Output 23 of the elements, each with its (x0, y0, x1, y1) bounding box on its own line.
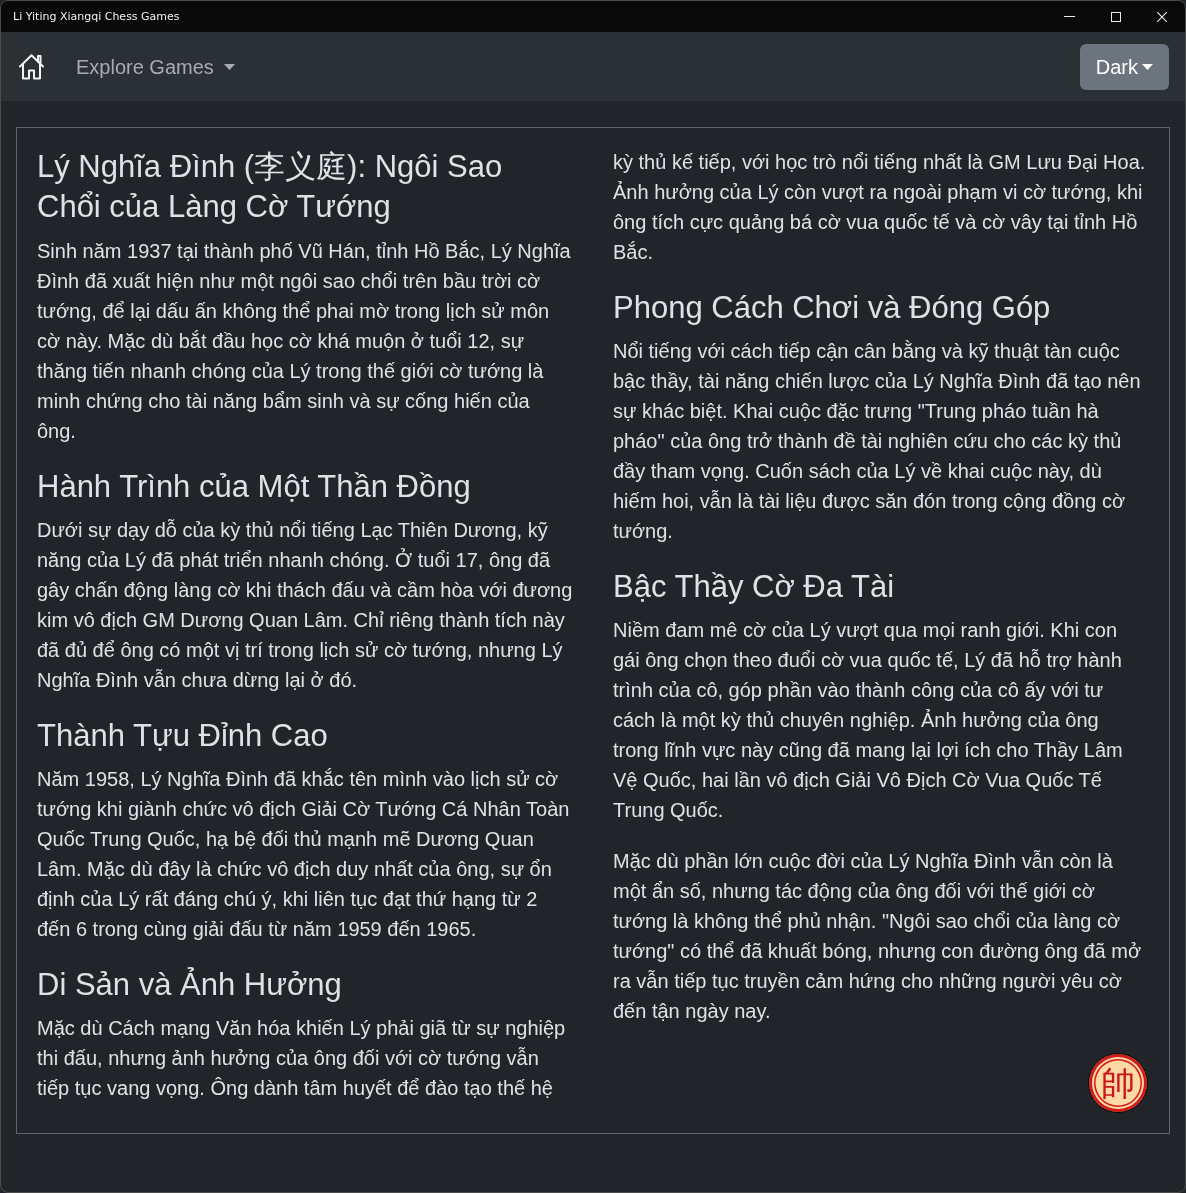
section-heading: Thành Tựu Đỉnh Cao (37, 717, 329, 755)
section-heading: Hành Trình của Một Thần Đồng (37, 468, 472, 506)
section-heading: Phong Cách Chơi và Đóng Góp (613, 289, 1052, 327)
paragraph: Sinh năm 1937 tại thành phố Vũ Hán, tỉnh Hồ Bắc, Lý Nghĩa Đình đã xuất hiện như một ngôi sao chổi trên bầu trời cờ tướng, để lại dấu ấn không thể phai mờ trong lịch sử môn cờ này. Mặc dù bắt đầu học cờ khá muộn ở tuổi 12, sự thăng tiến nhanh chóng của Lý trong thế giới cờ tướng là minh chứng cho tài năng bẩm sinh và sự cống hiến của ông. (37, 239, 572, 444)
article-title: Lý Nghĩa Đình (李义庭): Ngôi Sao Chổi của Làng Cờ Tướng (37, 148, 504, 226)
window-title: Li Yiting Xiangqi Chess Games (13, 10, 180, 23)
section-heading: Bậc Thầy Cờ Đa Tài (613, 568, 896, 606)
paragraph: Mặc dù phần lớn cuộc đời của Lý Nghĩa Đình vẫn còn là một ẩn số, nhưng tác động của ông đối với thế giới cờ tướng là không thể phủ nhận. "Ngôi sao chổi của làng cờ tướng" có thể đã khuất bóng, nhưng con đường ông đã mở ra vẫn tiếp tục truyền cảm hứng cho những người yêu cờ đến tận ngày nay. (613, 849, 1143, 1024)
paragraph: Mặc dù Cách mạng Văn hóa khiến Lý phải giã từ sự nghiệp thi đấu, nhưng ảnh hưởng của ông đối với cờ tướng vẫn tiếp tục vang vọng. Ông dành tâm huyết để đào tạo thế hệ (37, 1016, 567, 1101)
paragraph: Dưới sự dạy dỗ của kỳ thủ nổi tiếng Lạc Thiên Dương, kỹ năng của Lý đã phát triển nhanh chóng. Ở tuổi 17, ông đã gây chấn động làng cờ khi thách đấu và cầm hòa với đương kim vô địch GM Dương Quan Lâm. Chỉ riêng thành tích này đã đủ để ông có một vị trí trong lịch sử cờ tướng, nhưng Lý Nghĩa Đình vẫn chưa dừng lại ở đó. (37, 518, 573, 693)
theme-dropdown-button[interactable]: Dark (1079, 44, 1169, 90)
close-icon[interactable] (1157, 11, 1167, 22)
paragraph: Niềm đam mê cờ của Lý vượt qua mọi ranh giới. Khi con gái ông chọn theo đuổi cờ vua quốc tế, Lý đã hỗ trợ hành trình của cô, góp phần vào thành công của cô ấy với tư cách là một kỳ thủ chuyên nghiệp. Ảnh hưởng của ông trong lĩnh vực này cũng đã mang lại lợi ích cho Thầy Lâm Vệ Quốc, hai lần vô địch Giải Vô Địch Cờ Vua Quốc Tế Trung Quốc. (613, 618, 1124, 823)
paragraph: Nổi tiếng với cách tiếp cận cân bằng và kỹ thuật tàn cuộc bậc thầy, tài năng chiến lược của Lý Nghĩa Đình đã tạo nên sự khác biệt. Khai cuộc đặc trưng "Trung pháo tuần hà pháo" của ông trở thành đề tài nghiên cứu cho các kỳ thủ đầy tham vọng. Cuốn sách của Lý về khai cuộc này, dù hiếm hoi, vẫn là tài liệu được săn đón trong cộng đồng cờ tướng. (613, 339, 1142, 544)
maximize-icon[interactable] (1111, 11, 1121, 22)
xiangqi-piece-button[interactable]: 帥 (1088, 1053, 1148, 1113)
caret-icon (1142, 64, 1153, 70)
paragraph: Năm 1958, Lý Nghĩa Đình đã khắc tên mình vào lịch sử cờ tướng khi giành chức vô địch Giải Cờ Tướng Cá Nhân Toàn Quốc Trung Quốc, hạ bệ đối thủ mạnh mẽ Dương Quan Lâm. Mặc dù đây là chức vô địch duy nhất của ông, sự ổn định của Lý rất đáng chú ý, khi liên tục đạt thứ hạng từ 2 đến 6 trong cùng giải đấu từ năm 1959 đến 1965. (37, 767, 571, 942)
paragraph: kỳ thủ kế tiếp, với học trò nổi tiếng nhất là GM Lưu Đại Hoa. Ảnh hưởng của Lý còn vượt ra ngoài phạm vi cờ tướng, khi ông tích cực quảng bá cờ vua quốc tế và cờ vây tại tỉnh Hồ Bắc. (613, 150, 1147, 265)
section-heading: Di Sản và Ảnh Hưởng (37, 966, 343, 1004)
home-icon[interactable] (18, 53, 45, 80)
caret-icon (223, 63, 235, 70)
explore-games-menu[interactable]: Explore Games (76, 51, 235, 82)
